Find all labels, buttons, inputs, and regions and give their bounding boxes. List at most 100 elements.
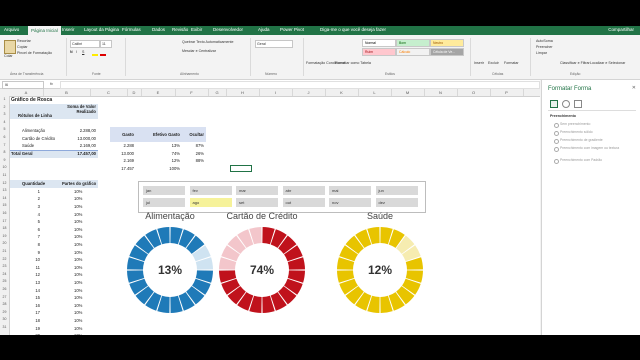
slicer-button-fev[interactable]: fev [189,186,232,195]
format-table-button[interactable]: Formatar como Tabela [335,61,371,65]
qty-cell[interactable]: 9 [22,249,40,257]
pct-cell[interactable]: 10% [74,218,82,226]
style-normal[interactable]: Normal [362,39,396,47]
row-header-18[interactable]: 18 [0,225,9,233]
slicer-button-mai[interactable]: mai [329,186,371,195]
column-header-P[interactable]: P [490,89,524,96]
size-properties-icon[interactable] [574,100,582,108]
fill-color-icon[interactable] [92,54,98,56]
slicer-button-abr[interactable]: abr [282,186,325,195]
calc-ocultar-cell[interactable]: 26% [182,150,204,158]
autosum-button[interactable]: AutoSoma [536,39,553,43]
calc-efetivo-cell[interactable]: 74% [138,150,180,158]
column-header-I[interactable]: I [259,89,293,96]
style-bom[interactable]: Bom [396,39,430,47]
column-header-L[interactable]: L [358,89,392,96]
row-header-31[interactable]: 31 [0,324,9,332]
fill-option-label[interactable]: Preenchimento com imagem ou textura [560,146,630,150]
calc-gasto-cell[interactable]: 13.000 [110,150,134,158]
worksheet-grid[interactable]: ABCDEFGHIJKLMNOP 1 2 3 4 5 6 7 8 9 10 11 12 13 14 15 16… [0,89,540,335]
row-header-2[interactable]: 2 [0,104,9,112]
row-header-25[interactable]: 25 [0,278,9,286]
row-header-28[interactable]: 28 [0,301,9,309]
pivot-row-label[interactable]: Saúde [22,142,34,150]
qty-cell[interactable]: 10 [22,256,40,264]
pct-cell[interactable]: 10% [74,332,82,335]
pct-cell[interactable]: 10% [74,195,82,203]
pivot-row-value[interactable]: 2.288,00 [56,127,96,135]
slicer-button-dez[interactable]: dez [375,198,418,207]
effects-icon[interactable] [562,100,570,108]
paste-icon[interactable] [4,40,16,54]
tab-4[interactable]: Fórmulas [122,27,141,32]
pct-cell[interactable]: 10% [74,279,82,287]
qty-cell[interactable]: 2 [22,195,40,203]
qty-cell[interactable]: 7 [22,233,40,241]
calc-efetivo-cell[interactable]: 13% [138,142,180,150]
qty-cell[interactable]: 3 [22,203,40,211]
slicer-button-jul[interactable]: jul [143,198,185,207]
qty-cell[interactable]: 6 [22,226,40,234]
calc-gasto-cell[interactable]: 2.288 [110,142,134,150]
tab-3[interactable]: Layout da Página [84,27,119,32]
column-header-O[interactable]: O [457,89,491,96]
clear-button[interactable]: Limpar [536,51,547,55]
calc-ocultar-cell[interactable] [182,165,204,173]
tab-8[interactable]: Desenvolvedor [213,27,243,32]
row-header-23[interactable]: 23 [0,263,9,271]
fill-option-label[interactable]: Preenchimento de gradiente [560,138,630,142]
cut-button[interactable]: Recortar [17,39,31,43]
column-header-E[interactable]: E [141,89,176,96]
column-header-B[interactable]: B [43,89,91,96]
style-ruim[interactable]: Ruim [362,48,396,56]
column-header-F[interactable]: F [175,89,209,96]
column-header-D[interactable]: D [127,89,142,96]
formula-input[interactable] [60,81,540,89]
row-header-8[interactable]: 8 [0,149,9,157]
style-celula[interactable]: Célula de Ve... [430,48,464,56]
insert-cells-button[interactable]: Inserir [474,61,484,65]
pivot-row-label[interactable]: Cartão de Crédito [22,135,55,143]
slicer-button-jun[interactable]: jun [375,186,418,195]
bold-button[interactable]: N [70,50,73,54]
row-header-17[interactable]: 17 [0,218,9,226]
qty-cell[interactable]: 5 [22,218,40,226]
style-neutro[interactable]: Neutro [430,39,464,47]
font-size-select[interactable]: 11 [100,40,112,48]
row-header-3[interactable]: 3 [0,111,9,119]
fill-option-radio[interactable] [554,122,559,128]
column-header-M[interactable]: M [391,89,425,96]
row-header-16[interactable]: 16 [0,210,9,218]
column-header-C[interactable]: C [90,89,128,96]
number-format-select[interactable]: Geral [255,40,293,48]
qty-cell[interactable]: 16 [22,302,40,310]
tab-9[interactable]: Ajuda [258,27,270,32]
slicer-button-jan[interactable]: jan [143,186,185,195]
row-header-19[interactable]: 19 [0,233,9,241]
pct-cell[interactable]: 10% [74,294,82,302]
fill-section-header[interactable]: Preenchimento [550,114,576,118]
column-header-H[interactable]: H [226,89,260,96]
row-header-7[interactable]: 7 [0,142,9,150]
format-painter-button[interactable]: Pincel de Formatação [17,51,52,55]
row-header-9[interactable]: 9 [0,157,9,165]
pivot-row-label-header[interactable]: Rótulos de Linha [18,112,52,120]
slicer-button-mar[interactable]: mar [236,186,278,195]
tab-2[interactable]: Inserir [62,27,75,32]
fill-option-label[interactable]: Preenchimento com Padrão [560,158,630,162]
qty-cell[interactable]: 20 [22,332,40,335]
qty-cell[interactable]: 1 [22,188,40,196]
row-header-15[interactable]: 15 [0,202,9,210]
wrap-text-button[interactable]: Quebrar Texto Automaticamente [182,40,233,44]
tab-11[interactable]: Diga-me o que você deseja fazer [320,27,386,32]
fill-option-label[interactable]: Sem preenchimento [560,122,630,126]
row-header-21[interactable]: 21 [0,248,9,256]
calc-gasto-cell[interactable]: 17.457 [110,165,134,173]
qty-cell[interactable]: 11 [22,264,40,272]
pct-cell[interactable]: 10% [74,226,82,234]
slicer-button-nov[interactable]: nov [329,198,371,207]
tab-6[interactable]: Revisão [172,27,188,32]
qty-cell[interactable]: 14 [22,287,40,295]
paste-button[interactable]: Colar [4,54,13,58]
pct-cell[interactable]: 10% [74,249,82,257]
